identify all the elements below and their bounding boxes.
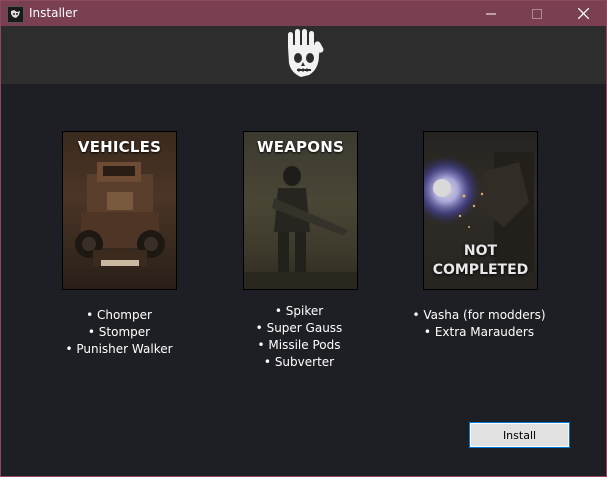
app-icon (7, 6, 24, 23)
list-item: Super Gauss (233, 320, 365, 337)
extras-list: Vasha (for modders) Extra Marauders (399, 307, 559, 341)
minimize-icon (486, 13, 496, 14)
close-button[interactable] (560, 1, 606, 26)
install-button[interactable]: Install (469, 422, 570, 448)
vehicles-card: VEHICLES (62, 131, 177, 290)
title-bar[interactable]: Installer (1, 1, 606, 26)
close-icon (577, 8, 589, 19)
list-item: Punisher Walker (53, 341, 185, 358)
vehicles-list: Chomper Stomper Punisher Walker (53, 307, 185, 358)
card-title: VEHICLES (77, 138, 162, 156)
list-item: Chomper (53, 307, 185, 324)
weapons-list: Spiker Super Gauss Missile Pods Subverte… (233, 303, 365, 371)
list-item: Missile Pods (233, 337, 365, 354)
weapons-card: WEAPONS (243, 131, 358, 290)
card-title: WEAPONS (257, 138, 344, 156)
list-item: Spiker (233, 303, 365, 320)
maximize-icon (532, 8, 542, 19)
list-item: Vasha (for modders) (399, 307, 559, 324)
minimize-button[interactable] (468, 1, 514, 26)
extras-card: NOT COMPLETED (423, 131, 538, 290)
maximize-button[interactable] (514, 1, 560, 26)
hand-skull-logo-icon (288, 29, 324, 77)
installer-window: Installer VEHICLES WEAPONS NOT COMPLETED… (0, 0, 607, 477)
window-title: Installer (29, 6, 78, 20)
list-item: Subverter (233, 354, 365, 371)
header-banner (1, 26, 606, 84)
not-completed-label: NOT COMPLETED (432, 243, 529, 278)
list-item: Extra Marauders (399, 324, 559, 341)
list-item: Stomper (53, 324, 185, 341)
